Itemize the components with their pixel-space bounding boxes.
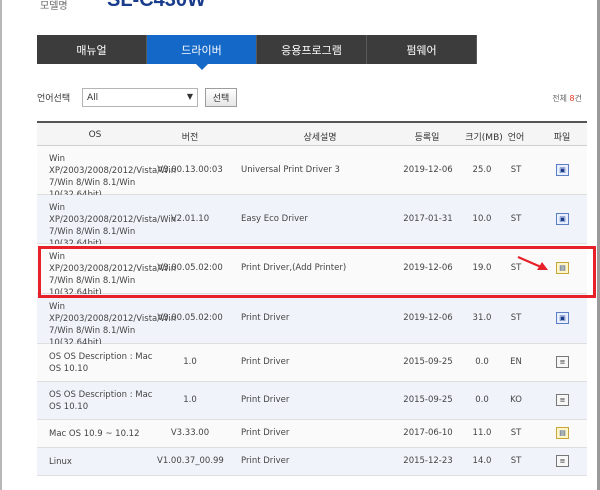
exe-file-icon[interactable]: ▣ <box>556 213 569 225</box>
total-prefix: 전체 <box>552 94 567 103</box>
cell-language: ST <box>510 313 522 323</box>
cell-size: 11.0 <box>472 428 492 438</box>
cell-os: OS OS Description : Mac OS 10.10 <box>49 390 153 412</box>
table-row: Win XP/2003/2008/2012/Vista/Win 7/Win 8/… <box>37 294 587 348</box>
column-header-size: 크기(MB) <box>465 133 503 143</box>
model-name: SL-C430W <box>107 0 206 11</box>
cell-version: V3.00.13.00:03 <box>157 165 223 175</box>
cell-version: V3.33.00 <box>170 428 210 438</box>
model-label: 모델명 <box>40 1 68 12</box>
cell-size: 14.0 <box>472 456 492 466</box>
cell-date: 2019-12-06 <box>403 313 453 323</box>
highlight-box <box>38 246 596 298</box>
table-row: Win XP/2003/2008/2012/Vista/Win 7/Win 8/… <box>37 146 587 200</box>
cell-date: 2015-12-23 <box>403 456 453 466</box>
table-row: OS OS Description : Mac OS 10.10 1.0 Print… <box>37 382 587 420</box>
cell-date: 2017-06-10 <box>403 428 453 438</box>
cell-language: KO <box>510 395 522 405</box>
cell-size: 31.0 <box>472 313 492 323</box>
cell-description: Print Driver <box>241 395 290 405</box>
cell-version: V3.00.05.02:00 <box>157 313 223 323</box>
total-count: 전체 8건 <box>552 93 582 104</box>
red-arrow-icon <box>517 255 548 270</box>
language-select-value: All <box>87 93 99 103</box>
cell-os: Win XP/2003/2008/2012/Vista/Win 7/Win 8/… <box>49 302 177 348</box>
cell-description: Print Driver <box>241 428 290 438</box>
cell-description: Easy Eco Driver <box>241 214 308 224</box>
cell-size: 25.0 <box>472 165 492 175</box>
table-header: OS 버전 상세설명 등록일 크기(MB) 언어 파일 <box>37 121 587 146</box>
cell-language: ST <box>510 456 522 466</box>
cell-os: Mac OS 10.9 ~ 10.12 <box>49 429 140 439</box>
cell-date: 2015-09-25 <box>403 357 453 367</box>
select-button[interactable]: 선택 <box>205 88 237 107</box>
total-suffix: 건 <box>574 94 582 103</box>
zip-file-icon[interactable]: ▤ <box>556 427 569 439</box>
pkg-file-icon[interactable]: ≡ <box>556 356 569 368</box>
dropdown-arrow-icon: ▼ <box>186 92 193 101</box>
language-select[interactable]: All ▼ <box>82 88 198 107</box>
cell-size: 0.0 <box>475 357 489 367</box>
cell-description: Print Driver <box>241 456 290 466</box>
cell-description: Universal Print Driver 3 <box>241 165 340 175</box>
pkg-file-icon[interactable]: ≡ <box>556 394 569 406</box>
table-body: Win XP/2003/2008/2012/Vista/Win 7/Win 8/… <box>37 146 587 476</box>
column-header-file: 파일 <box>553 133 571 143</box>
table-row: OS OS Description : Mac OS 10.10 1.0 Print… <box>37 344 587 382</box>
cell-os: Linux <box>49 457 72 467</box>
cell-date: 2019-12-06 <box>403 165 453 175</box>
column-header-version: 버전 <box>181 133 199 143</box>
table-row: Mac OS 10.9 ~ 10.12 V3.33.00 Print Driver 2… <box>37 420 587 448</box>
language-select-label: 언어선택 <box>37 94 71 104</box>
window-frame-left <box>0 0 2 490</box>
table-row: Win XP/2003/2008/2012/Vista/Win 7/Win 8/… <box>37 195 587 249</box>
tab-firmware[interactable]: 펌웨어 <box>367 35 477 64</box>
cell-size: 0.0 <box>475 395 489 405</box>
cell-language: ST <box>510 165 522 175</box>
column-header-description: 상세설명 <box>303 133 337 143</box>
cell-language: ST <box>510 214 522 224</box>
column-header-os: OS <box>88 130 102 140</box>
table-row: Linux V1.00.37_00.99 Print Driver 2015-12-2… <box>37 448 587 476</box>
cell-os: OS OS Description : Mac OS 10.10 <box>49 352 153 374</box>
exe-file-icon[interactable]: ▣ <box>556 164 569 176</box>
tab-manual[interactable]: 매뉴얼 <box>37 35 147 64</box>
cell-language: EN <box>510 357 522 367</box>
column-header-language: 언어 <box>507 133 525 143</box>
driver-table: OS 버전 상세설명 등록일 크기(MB) 언어 파일 Win XP/2003/… <box>37 121 587 476</box>
cell-description: Print Driver <box>241 357 290 367</box>
column-header-date: 등록일 <box>414 133 440 143</box>
cell-os: Win XP/2003/2008/2012/Vista/Win 7/Win 8/… <box>49 203 177 249</box>
cell-date: 2017-01-31 <box>403 214 453 224</box>
tab-applications[interactable]: 응용프로그램 <box>257 35 367 64</box>
language-filter: 언어선택 All ▼ 선택 전체 8건 <box>37 88 587 108</box>
cell-version: V2.01.10 <box>170 214 210 224</box>
category-tabs: 매뉴얼 드라이버 응용프로그램 펌웨어 <box>37 35 477 70</box>
cell-os: Win XP/2003/2008/2012/Vista/Win 7/Win 8/… <box>49 154 177 200</box>
pkg-file-icon[interactable]: ≡ <box>556 455 569 467</box>
exe-file-icon[interactable]: ▣ <box>556 312 569 324</box>
cell-version: 1.0 <box>183 395 197 405</box>
cell-language: ST <box>510 428 522 438</box>
cell-date: 2015-09-25 <box>403 395 453 405</box>
cell-description: Print Driver <box>241 313 290 323</box>
cell-version: 1.0 <box>183 357 197 367</box>
cell-version: V1.00.37_00.99 <box>157 456 224 466</box>
tab-driver[interactable]: 드라이버 <box>147 35 257 70</box>
cell-size: 10.0 <box>472 214 492 224</box>
